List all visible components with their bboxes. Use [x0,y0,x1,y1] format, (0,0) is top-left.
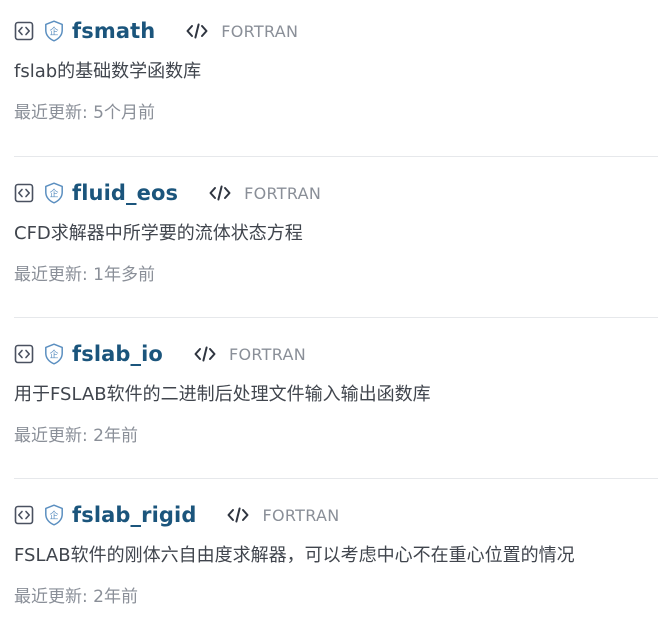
org-badge-icon: 企 [44,182,64,204]
code-icon [226,505,250,525]
repo-updated-time: 最近更新: 5个月前 [14,103,155,123]
repo-title-row: 企 fsmath FORTRAN [14,13,658,49]
svg-text:企: 企 [49,188,58,200]
org-badge-icon: 企 [44,343,64,365]
repo-language: FORTRAN [185,21,298,41]
repo-updated-time: 最近更新: 2年前 [14,587,138,607]
repo-template-icon [14,21,34,41]
repo-description: FSLAB软件的刚体六自由度求解器，可以考虑中心不在重心位置的情况 [14,545,575,566]
repo-title-row: 企 fslab_io FORTRAN [14,336,658,372]
org-badge-icon: 企 [44,20,64,42]
divider [14,156,658,157]
repo-name-link[interactable]: fslab_io [72,342,163,366]
divider [14,478,658,479]
repo-list: 企 fsmath FORTRAN fslab的基础数学函数库 最近更新: 5个月… [0,0,658,630]
divider [14,317,658,318]
language-label: FORTRAN [244,183,322,203]
svg-text:企: 企 [49,510,58,522]
code-icon [193,344,217,364]
repo-item: 企 fsmath FORTRAN fslab的基础数学函数库 最近更新: 5个月… [14,13,658,125]
repo-name-link[interactable]: fslab_rigid [72,503,196,527]
language-label: FORTRAN [228,344,306,364]
repo-template-icon [14,344,34,364]
repo-item: 企 fslab_io FORTRAN 用于FSLAB软件的二进制后处理文件输入输… [14,336,658,448]
repo-template-icon [14,183,34,203]
svg-text:企: 企 [49,349,58,361]
repo-title-row: 企 fluid_eos FORTRAN [14,175,658,211]
repo-template-icon [14,505,34,525]
repo-name-link[interactable]: fsmath [72,19,155,43]
language-label: FORTRAN [262,505,340,525]
org-badge-icon: 企 [44,504,64,526]
repo-item: 企 fluid_eos FORTRAN CFD求解器中所学要的流体状态方程 最近… [14,175,658,287]
repo-description: CFD求解器中所学要的流体状态方程 [14,223,303,244]
repo-description: 用于FSLAB软件的二进制后处理文件输入输出函数库 [14,384,431,405]
repo-language: FORTRAN [193,344,306,364]
repo-language: FORTRAN [208,183,321,203]
repo-updated-time: 最近更新: 2年前 [14,426,138,446]
svg-text:企: 企 [49,26,58,38]
repo-description: fslab的基础数学函数库 [14,61,202,82]
repo-title-row: 企 fslab_rigid FORTRAN [14,497,658,533]
code-icon [208,183,232,203]
repo-item: 企 fslab_rigid FORTRAN FSLAB软件的刚体六自由度求解器，… [14,497,658,609]
code-icon [185,21,209,41]
repo-language: FORTRAN [226,505,339,525]
repo-name-link[interactable]: fluid_eos [72,181,178,205]
repo-updated-time: 最近更新: 1年多前 [14,265,155,285]
language-label: FORTRAN [221,21,299,41]
